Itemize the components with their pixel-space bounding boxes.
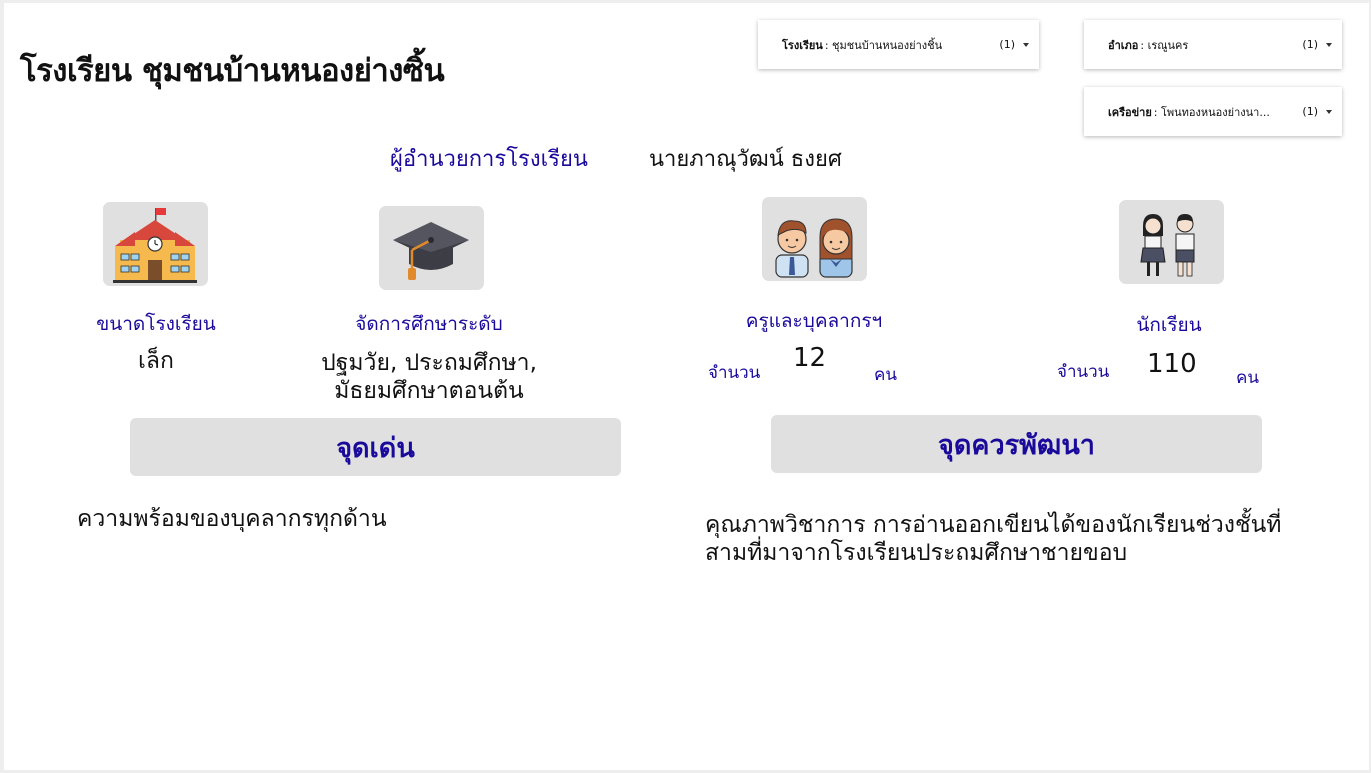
district-filter-label: อำเภอ xyxy=(1108,38,1139,52)
improvements-heading: จุดควรพัฒนา xyxy=(771,415,1262,473)
education-level-value: ปฐมวัย, ประถมศึกษา, มัธยมศึกษาตอนต้น xyxy=(321,350,537,404)
network-filter-dropdown[interactable]: เครือข่าย : โพนทองหนองย่างนา... (1) xyxy=(1084,87,1342,136)
chevron-down-icon xyxy=(1326,109,1332,114)
graduation-cap-icon xyxy=(379,206,484,290)
director-label: ผู้อำนวยการโรงเรียน xyxy=(390,147,588,172)
students-count-prefix: จำนวน xyxy=(1057,362,1110,382)
chevron-down-icon xyxy=(1023,42,1029,47)
teachers-count-prefix: จำนวน xyxy=(708,363,761,383)
director-name: นายภาณุวัฒน์ ธงยศ xyxy=(649,147,842,172)
education-level-label: จัดการศึกษาระดับ xyxy=(355,313,503,335)
improvements-text: คุณภาพวิชาการ การอ่านออกเขียนได้ของนักเร… xyxy=(705,512,1282,566)
teachers-icon xyxy=(762,197,867,281)
district-filter-dropdown[interactable]: อำเภอ : เรณูนคร (1) xyxy=(1084,20,1342,69)
students-icon xyxy=(1119,200,1224,284)
chevron-down-icon xyxy=(1326,42,1332,47)
school-filter-label: โรงเรียน xyxy=(782,38,823,52)
school-filter-dropdown[interactable]: โรงเรียน : ชุมชนบ้านหนองย่างชิ้น (1) xyxy=(758,20,1039,69)
strengths-text: ความพร้อมของบุคลากรทุกด้าน xyxy=(77,506,387,532)
school-building-icon xyxy=(103,202,208,286)
students-count: 110 xyxy=(1147,349,1197,379)
school-size-value: เล็ก xyxy=(138,348,174,374)
network-filter-value: : โพนทองหนองย่างนา... xyxy=(1153,105,1270,119)
school-size-label: ขนาดโรงเรียน xyxy=(96,313,216,335)
page-title: โรงเรียน ชุมชนบ้านหนองย่างซิ้น xyxy=(20,53,445,89)
teachers-unit: คน xyxy=(874,365,897,385)
school-filter-count: (1) xyxy=(999,38,1015,51)
teachers-label: ครูและบุคลากรฯ xyxy=(745,310,883,332)
network-filter-count: (1) xyxy=(1302,105,1318,118)
district-filter-value: : เรณูนคร xyxy=(1140,38,1189,52)
network-filter-label: เครือข่าย xyxy=(1108,105,1152,119)
district-filter-count: (1) xyxy=(1302,38,1318,51)
strengths-heading: จุดเด่น xyxy=(130,418,621,476)
students-label: นักเรียน xyxy=(1136,314,1202,336)
report-canvas: โรงเรียน ชุมชนบ้านหนองย่างซิ้น โรงเรียน … xyxy=(4,3,1369,770)
students-unit: คน xyxy=(1236,368,1259,388)
school-filter-value: : ชุมชนบ้านหนองย่างชิ้น xyxy=(824,38,943,52)
teachers-count: 12 xyxy=(793,343,827,373)
